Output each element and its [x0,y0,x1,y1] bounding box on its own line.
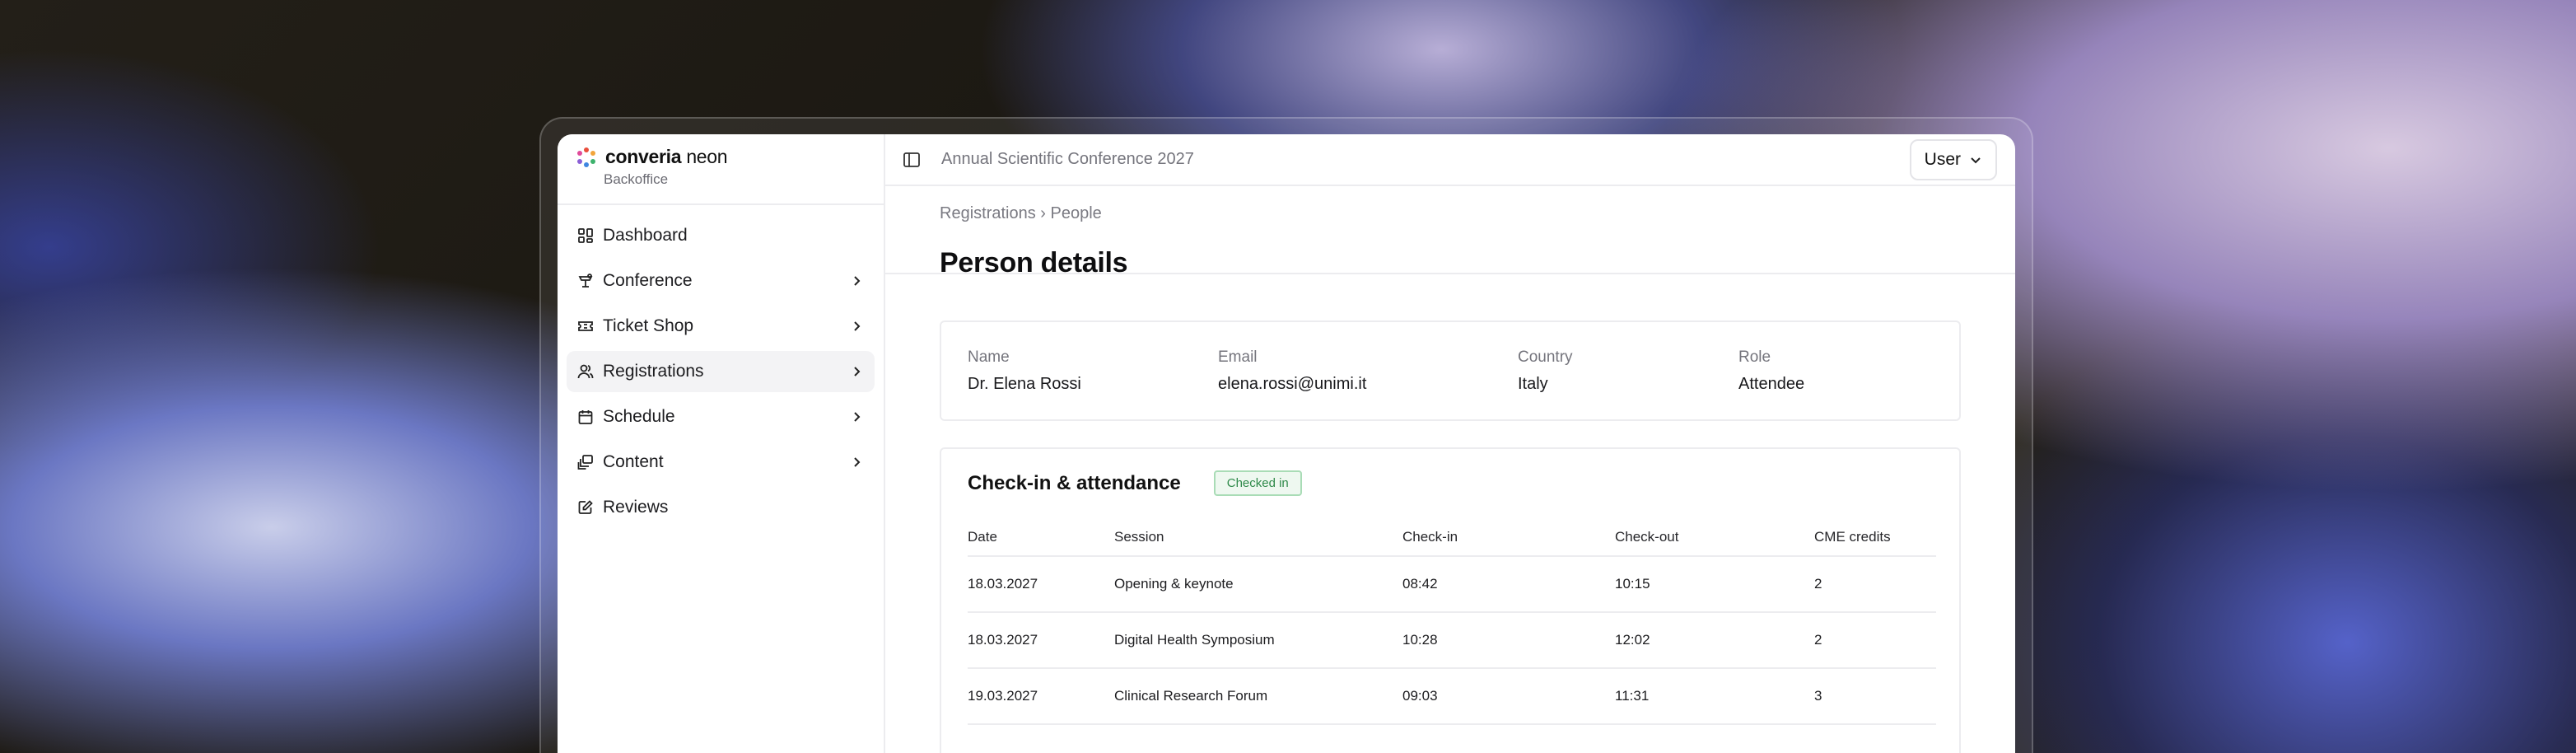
table-header-row: Date Session Check-in Check-out CME cred… [968,518,1936,557]
sidebar-item-label: Dashboard [603,226,688,245]
app-window: converia neon Backoffice Dashboard Confe… [558,134,2015,753]
page-header: Registrations › People Person details [885,186,2015,278]
brand-name: converia neon [605,146,728,167]
sidebar-item-dashboard[interactable]: Dashboard [567,215,875,256]
breadcrumb[interactable]: Registrations › People [940,204,1102,223]
column-header-session[interactable]: Session [1114,518,1402,557]
sidebar-item-reviews[interactable]: Reviews [567,487,875,528]
cell-check-out: 12:02 [1615,612,1814,669]
sidebar-item-label: Reviews [603,498,669,517]
sidebar-item-registrations[interactable]: Registrations [567,351,875,392]
converia-logo-icon [577,147,595,167]
sidebar-item-conference[interactable]: Conference [567,260,875,302]
content-icon [576,453,595,471]
topbar: Annual Scientific Conference 2027 User [885,134,2015,187]
sidebar-toggle-icon[interactable] [902,150,922,170]
sidebar-item-schedule[interactable]: Schedule [567,396,875,437]
cell-check-out: 11:31 [1615,668,1814,725]
calendar-icon [576,408,595,426]
main-area: Annual Scientific Conference 2027 User R… [885,134,2015,753]
attendance-table: Date Session Check-in Check-out CME cred… [968,518,1936,725]
field-value: elena.rossi@unimi.it [1218,375,1367,393]
cell-cme-credits: 3 [1814,668,1936,725]
event-title: Annual Scientific Conference 2027 [941,150,1194,169]
sidebar-item-label: Ticket Shop [603,316,694,335]
cell-date: 19.03.2027 [968,668,1114,725]
cell-check-in: 08:42 [1402,556,1615,613]
chevron-right-icon [848,318,865,334]
sidebar-item-ticket-shop[interactable]: Ticket Shop [567,306,875,347]
brand-header: converia neon Backoffice [558,134,884,205]
field-email: Email elena.rossi@unimi.it [1218,348,1366,394]
cell-session: Clinical Research Forum [1114,668,1402,725]
table-row[interactable]: 19.03.2027 Clinical Research Forum 09:03… [968,668,1936,725]
cell-session: Opening & keynote [1114,556,1402,613]
sidebar-nav: Dashboard Conference Ticket Shop Registr… [558,205,884,542]
field-value: Italy [1518,375,1548,393]
table-row[interactable]: 18.03.2027 Digital Health Symposium 10:2… [968,612,1936,669]
user-menu-button[interactable]: User [1909,138,1997,180]
person-info-card: Name Dr. Elena Rossi Email elena.rossi@u… [940,320,1961,421]
attendance-title: Check-in & attendance [968,471,1181,494]
cell-check-in: 09:03 [1402,668,1615,725]
sidebar: converia neon Backoffice Dashboard Confe… [558,134,885,753]
field-label: Email [1218,348,1258,366]
column-header-cme-credits[interactable]: CME credits [1814,518,1936,557]
sidebar-item-label: Conference [603,271,693,290]
field-name: Name Dr. Elena Rossi [968,348,1081,394]
cell-session: Digital Health Symposium [1114,612,1402,669]
column-header-date[interactable]: Date [968,518,1114,557]
page-title: Person details [940,247,1128,279]
brand-subtitle: Backoffice [604,171,669,187]
cell-check-out: 10:15 [1615,556,1814,613]
column-header-check-out[interactable]: Check-out [1615,518,1814,557]
chevron-right-icon [848,454,865,470]
chevron-right-icon [848,363,865,380]
attendance-card: Check-in & attendance Checked in Date Se… [940,447,1961,753]
table-row[interactable]: 18.03.2027 Opening & keynote 08:42 10:15… [968,556,1936,613]
field-country: Country Italy [1518,348,1573,394]
field-label: Country [1518,348,1573,366]
attendance-header: Check-in & attendance Checked in [968,470,1302,496]
cell-date: 18.03.2027 [968,556,1114,613]
chevron-right-icon [848,409,865,425]
page-content: Name Dr. Elena Rossi Email elena.rossi@u… [885,274,2015,753]
status-badge: Checked in [1213,470,1302,496]
reviews-icon [576,498,595,517]
field-value: Attendee [1738,375,1805,393]
conference-icon [576,272,595,290]
chevron-down-icon [1971,157,1981,164]
sidebar-item-label: Content [603,452,664,471]
cell-cme-credits: 2 [1814,612,1936,669]
field-label: Role [1738,348,1771,366]
field-label: Name [968,348,1010,366]
sidebar-item-label: Registrations [603,362,704,381]
cell-cme-credits: 2 [1814,556,1936,613]
user-menu-label: User [1924,149,1961,169]
users-icon [576,362,595,381]
cell-check-in: 10:28 [1402,612,1615,669]
chevron-right-icon [848,273,865,289]
sidebar-item-content[interactable]: Content [567,442,875,483]
column-header-check-in[interactable]: Check-in [1402,518,1615,557]
dashboard-icon [576,227,595,245]
field-value: Dr. Elena Rossi [968,375,1081,393]
field-role: Role Attendee [1738,348,1804,394]
sidebar-item-label: Schedule [603,407,675,426]
cell-date: 18.03.2027 [968,612,1114,669]
ticket-icon [576,317,595,335]
